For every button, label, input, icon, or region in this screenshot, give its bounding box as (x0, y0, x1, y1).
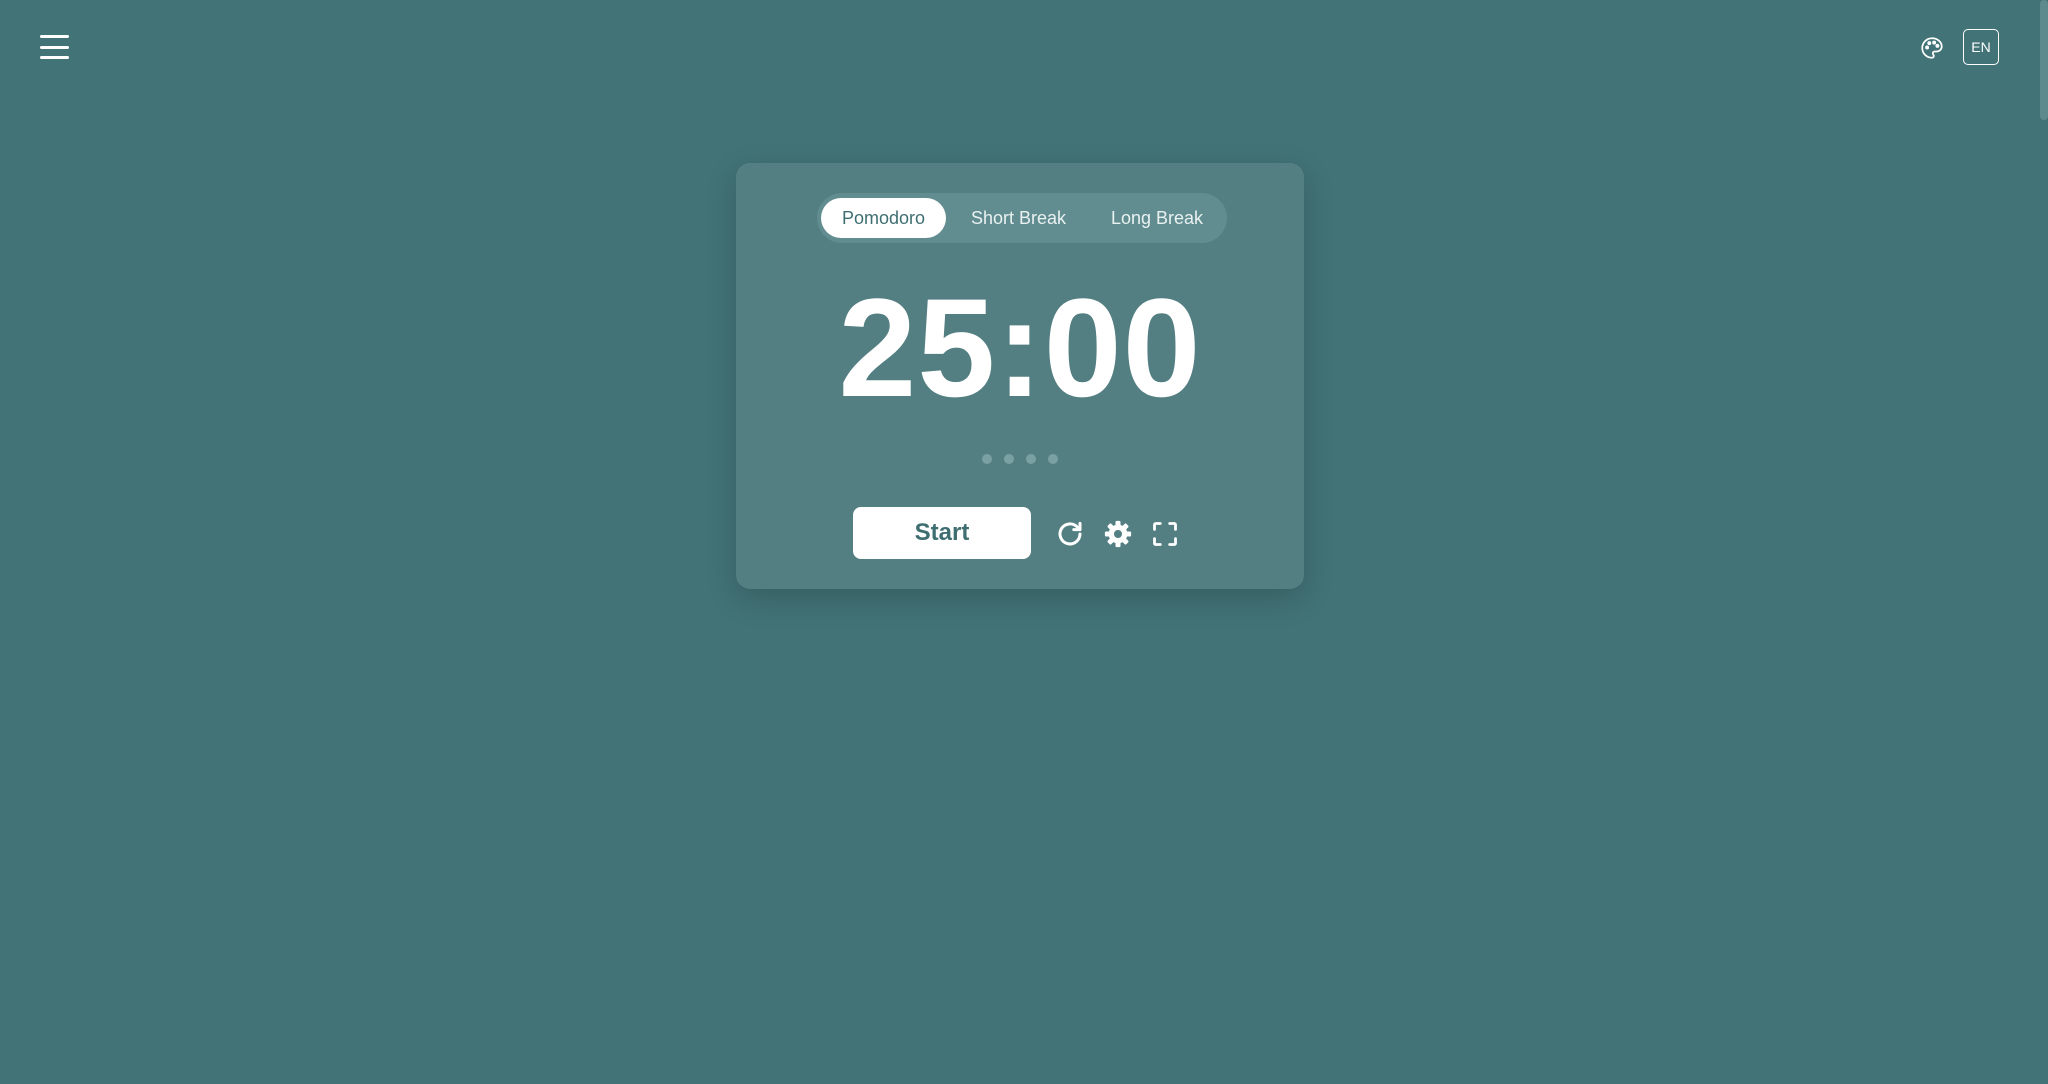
mode-tabs: Pomodoro Short Break Long Break (817, 193, 1227, 243)
timer-card: Pomodoro Short Break Long Break 25:00 St… (736, 163, 1304, 589)
reset-button[interactable] (1053, 517, 1087, 551)
scrollbar-thumb[interactable] (2040, 0, 2048, 120)
session-dot (1026, 454, 1036, 464)
menu-button[interactable] (32, 30, 77, 64)
hamburger-menu-icon (40, 35, 69, 38)
tab-pomodoro[interactable]: Pomodoro (821, 198, 946, 238)
hamburger-menu-icon-bar (40, 45, 69, 49)
start-button[interactable]: Start (853, 507, 1031, 559)
session-dot (982, 454, 992, 464)
timer-display: 25:00 (838, 269, 1202, 426)
theme-button[interactable] (1916, 32, 1948, 64)
language-button[interactable]: EN (1963, 29, 1999, 65)
language-label: EN (1971, 39, 1991, 55)
reset-icon (1058, 521, 1082, 546)
start-button-label: Start (914, 519, 970, 546)
hamburger-menu-icon-bar (40, 56, 69, 59)
gear-icon (1104, 520, 1132, 548)
session-dot (1004, 454, 1014, 464)
fullscreen-icon (1153, 522, 1177, 546)
tab-long-break[interactable]: Long Break (1091, 198, 1223, 238)
palette-icon (1921, 37, 1943, 59)
settings-button[interactable] (1101, 517, 1135, 551)
fullscreen-button[interactable] (1148, 517, 1182, 551)
tab-short-break[interactable]: Short Break (946, 198, 1091, 238)
session-dot (1048, 454, 1058, 464)
session-progress-dots (736, 454, 1304, 464)
